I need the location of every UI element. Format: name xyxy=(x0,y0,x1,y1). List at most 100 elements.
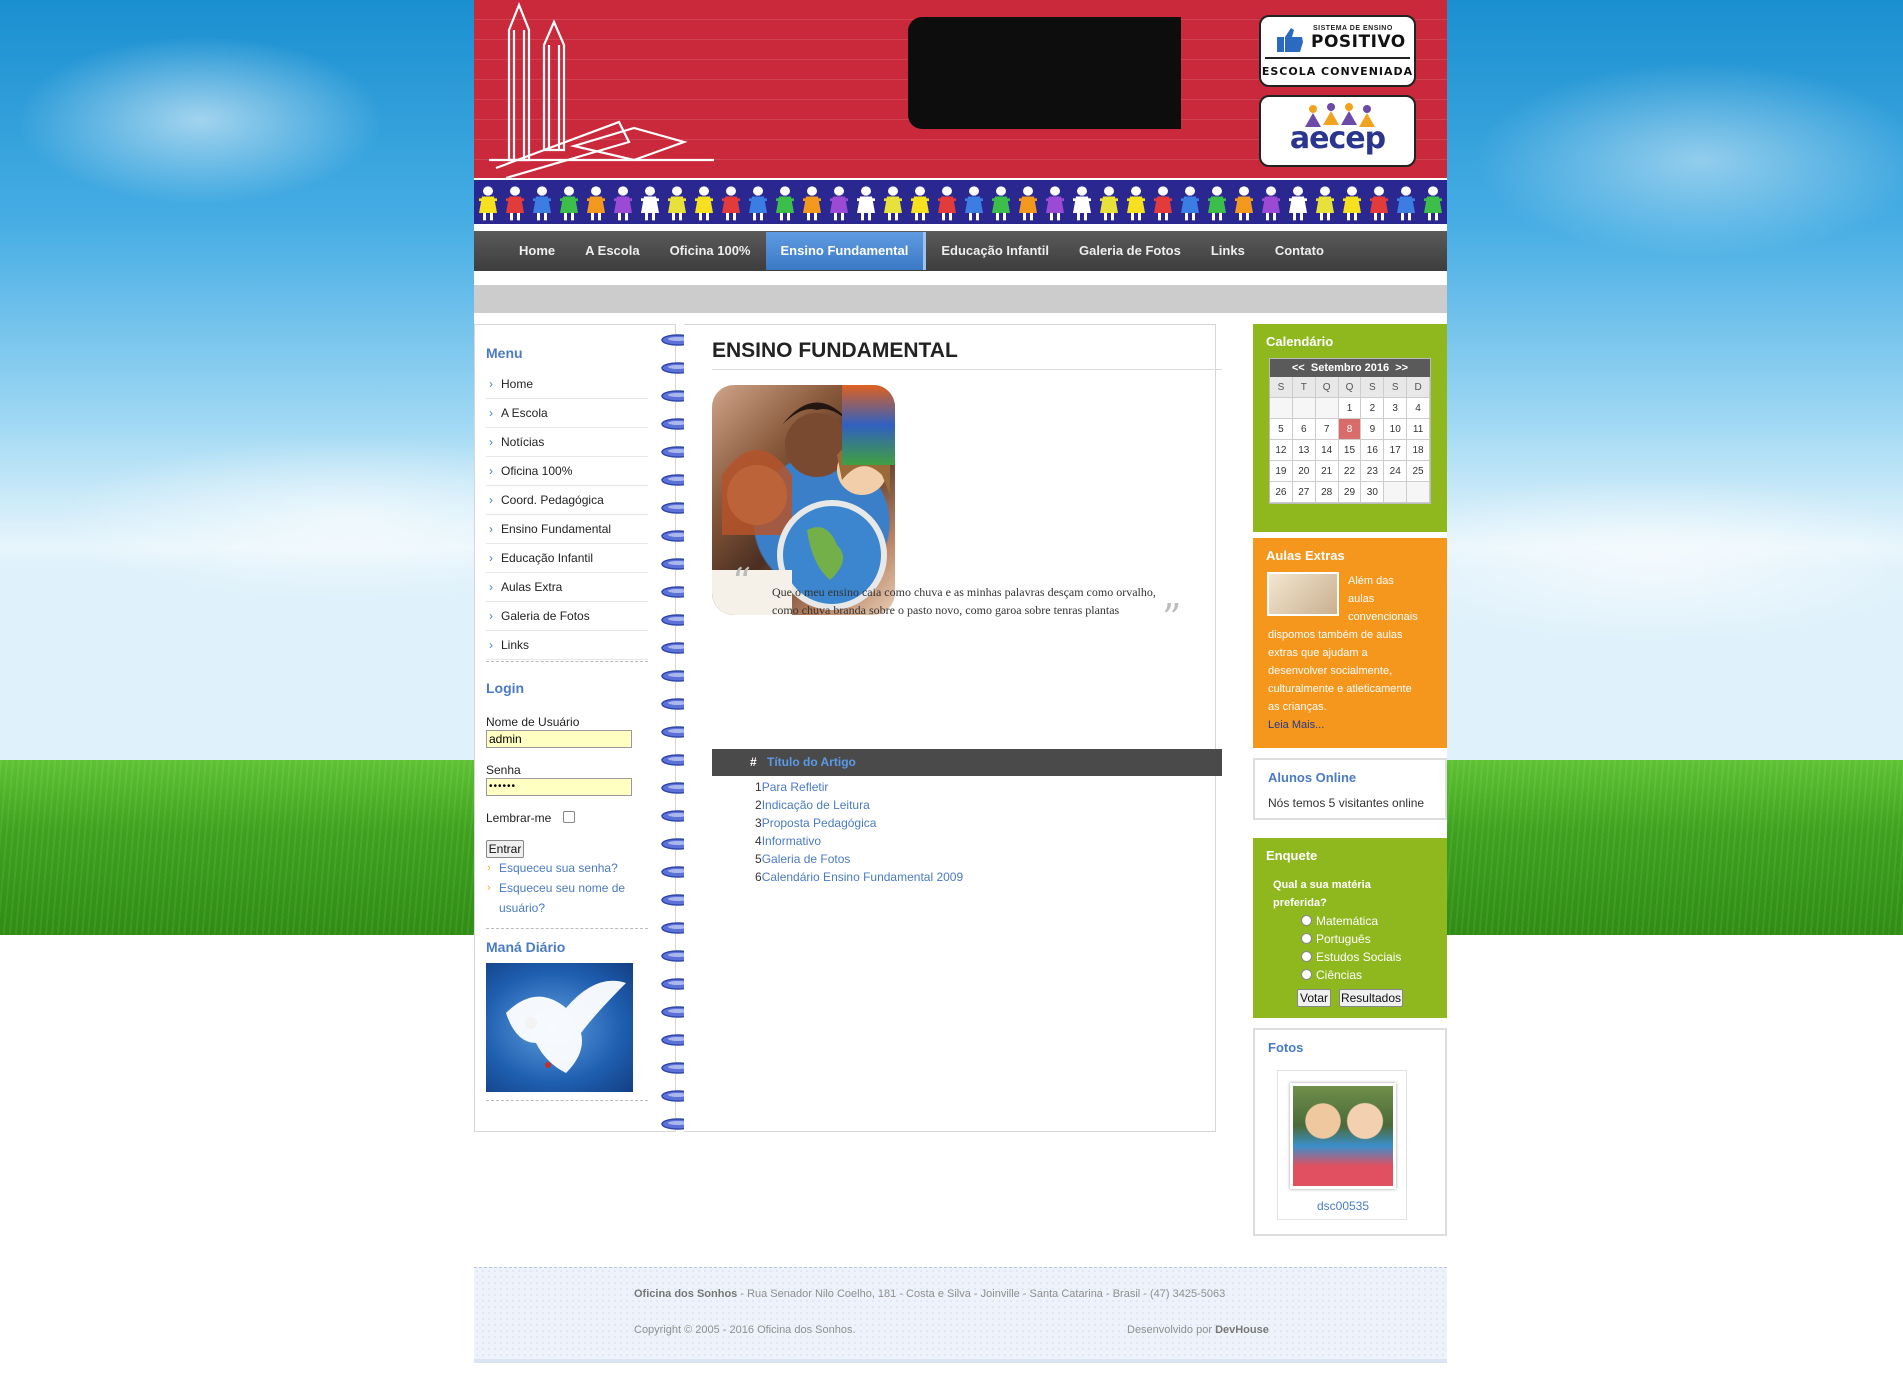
nav-item-3[interactable]: Ensino Fundamental xyxy=(765,232,927,270)
calendar-title: Calendário xyxy=(1266,334,1334,349)
forgot-username-link-line2[interactable]: usuário? xyxy=(499,901,545,915)
footer-address-text: - Rua Senador Nilo Coelho, 181 - Costa e… xyxy=(737,1288,1226,1300)
article-number: 2 xyxy=(755,798,762,812)
column-title[interactable]: Título do Artigo xyxy=(767,749,856,776)
calendar-day[interactable]: 12 xyxy=(1270,440,1293,461)
calendar-weekday: Q xyxy=(1338,377,1362,398)
calendar-day[interactable]: 19 xyxy=(1270,461,1293,482)
menu-item-1[interactable]: A Escola xyxy=(486,399,648,428)
aulas-extras-line: aulas xyxy=(1348,593,1375,605)
calendar-day[interactable]: 21 xyxy=(1315,461,1339,482)
poll-option[interactable]: Ciências xyxy=(1301,968,1362,982)
calendar-day[interactable]: 7 xyxy=(1315,419,1339,440)
vote-button[interactable]: Votar xyxy=(1297,989,1331,1007)
calendar-day[interactable]: 29 xyxy=(1338,482,1362,503)
main-content: ENSINO FUNDAMENTAL “ Que o meu ensino ca… xyxy=(684,324,1222,1132)
calendar-weekday: Q xyxy=(1315,377,1339,398)
poll-option[interactable]: Matemática xyxy=(1301,914,1378,928)
nav-item-7[interactable]: Contato xyxy=(1260,232,1339,270)
calendar-weekday: T xyxy=(1292,377,1316,398)
positivo-subtitle: SISTEMA DE ENSINO xyxy=(1313,25,1393,32)
calendar-day[interactable]: 10 xyxy=(1384,419,1408,440)
calendar-day[interactable]: 14 xyxy=(1315,440,1339,461)
article-link[interactable]: Galeria de Fotos xyxy=(762,852,851,866)
nav-item-2[interactable]: Oficina 100% xyxy=(655,232,766,270)
article-link[interactable]: Proposta Pedagógica xyxy=(762,816,877,830)
calendar-next-button[interactable]: >> xyxy=(1395,362,1408,374)
aecep-logo[interactable]: aecep xyxy=(1259,95,1416,167)
menu-item-7[interactable]: Aulas Extra xyxy=(486,573,648,602)
calendar-day[interactable]: 24 xyxy=(1384,461,1408,482)
calendar-day[interactable]: 15 xyxy=(1338,440,1362,461)
photo-thumbnail[interactable] xyxy=(1290,1083,1396,1189)
nav-item-0[interactable]: Home xyxy=(504,232,570,270)
article-link[interactable]: Calendário Ensino Fundamental 2009 xyxy=(762,870,963,884)
calendar-blank-cell xyxy=(1315,398,1339,419)
calendar-day[interactable]: 2 xyxy=(1361,398,1385,419)
poll-question: Qual a sua matéria preferida? xyxy=(1273,876,1371,912)
calendar-day[interactable]: 5 xyxy=(1270,419,1293,440)
radio-button[interactable] xyxy=(1301,969,1312,980)
menu-item-9[interactable]: Links xyxy=(486,631,648,660)
calendar-day[interactable]: 26 xyxy=(1270,482,1293,503)
password-input[interactable]: •••••• xyxy=(486,778,632,796)
table-row: 1Para Refletir xyxy=(755,778,963,796)
calendar-day[interactable]: 30 xyxy=(1361,482,1385,503)
dove-image[interactable] xyxy=(486,963,633,1092)
calendar-day[interactable]: 22 xyxy=(1338,461,1362,482)
menu-item-2[interactable]: Notícias xyxy=(486,428,648,457)
menu-item-0[interactable]: Home xyxy=(486,370,648,399)
nav-item-5[interactable]: Galeria de Fotos xyxy=(1064,232,1196,270)
login-divider xyxy=(486,928,648,929)
article-link[interactable]: Para Refletir xyxy=(762,780,829,794)
footer: Oficina dos Sonhos - Rua Senador Nilo Co… xyxy=(474,1267,1447,1363)
photo-caption[interactable]: dsc00535 xyxy=(1278,1199,1408,1213)
nav-item-4[interactable]: Educação Infantil xyxy=(926,232,1064,270)
calendar-day[interactable]: 8 xyxy=(1338,419,1362,440)
article-link[interactable]: Indicação de Leitura xyxy=(762,798,870,812)
calendar-blank-cell xyxy=(1407,482,1430,503)
menu-item-8[interactable]: Galeria de Fotos xyxy=(486,602,648,631)
forgot-password-link[interactable]: Esqueceu sua senha? xyxy=(499,861,618,875)
calendar-day[interactable]: 27 xyxy=(1292,482,1316,503)
radio-button[interactable] xyxy=(1301,933,1312,944)
article-link[interactable]: Informativo xyxy=(762,834,821,848)
calendar-blank-cell xyxy=(1292,398,1316,419)
username-input[interactable]: admin xyxy=(486,730,632,748)
remember-checkbox[interactable] xyxy=(563,811,575,823)
calendar-day[interactable]: 13 xyxy=(1292,440,1316,461)
footer-copyright: Copyright © 2005 - 2016 Oficina dos Sonh… xyxy=(634,1324,856,1336)
calendar-day[interactable]: 17 xyxy=(1384,440,1408,461)
calendar-prev-button[interactable]: << xyxy=(1292,362,1305,374)
nav-item-6[interactable]: Links xyxy=(1196,232,1260,270)
nav-item-1[interactable]: A Escola xyxy=(570,232,654,270)
radio-button[interactable] xyxy=(1301,951,1312,962)
calendar-day[interactable]: 28 xyxy=(1315,482,1339,503)
menu-item-3[interactable]: Oficina 100% xyxy=(486,457,648,486)
results-button[interactable]: Resultados xyxy=(1339,989,1403,1007)
calendar-day[interactable]: 4 xyxy=(1407,398,1430,419)
calendar-day[interactable]: 3 xyxy=(1384,398,1408,419)
calendar-day[interactable]: 23 xyxy=(1361,461,1385,482)
calendar-day[interactable]: 20 xyxy=(1292,461,1316,482)
calendar-day[interactable]: 25 xyxy=(1407,461,1430,482)
radio-button[interactable] xyxy=(1301,915,1312,926)
calendar-day[interactable]: 11 xyxy=(1407,419,1430,440)
login-button[interactable]: Entrar xyxy=(486,840,524,858)
poll-option[interactable]: Português xyxy=(1301,932,1371,946)
footer-dev-name[interactable]: DevHouse xyxy=(1215,1324,1269,1336)
forgot-username-link-line1[interactable]: Esqueceu seu nome de xyxy=(499,881,625,895)
menu-item-6[interactable]: Educação Infantil xyxy=(486,544,648,573)
menu-item-4[interactable]: Coord. Pedagógica xyxy=(486,486,648,515)
menu-title: Menu xyxy=(486,345,523,361)
calendar-day[interactable]: 16 xyxy=(1361,440,1385,461)
menu-item-5[interactable]: Ensino Fundamental xyxy=(486,515,648,544)
poll-option[interactable]: Estudos Sociais xyxy=(1301,950,1401,964)
calendar-day[interactable]: 9 xyxy=(1361,419,1385,440)
calendar-day[interactable]: 6 xyxy=(1292,419,1316,440)
calendar-day[interactable]: 1 xyxy=(1338,398,1362,419)
calendar-day[interactable]: 18 xyxy=(1407,440,1430,461)
read-more-link[interactable]: Leia Mais... xyxy=(1268,716,1438,734)
menu-divider xyxy=(486,661,648,662)
positivo-logo[interactable]: SISTEMA DE ENSINO POSITIVO ESCOLA CONVEN… xyxy=(1259,15,1416,87)
